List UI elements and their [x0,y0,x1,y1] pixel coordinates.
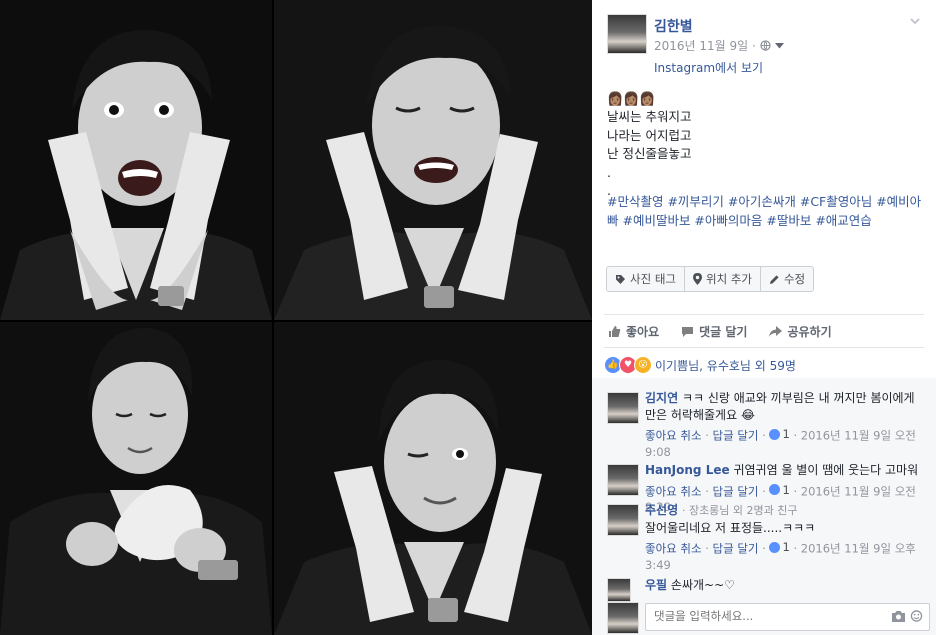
commenter-name[interactable]: HanJong Lee [645,463,730,477]
comment-meta: 좋아요 취소 · 답글 달기 · 1 · 2016년 11월 9일 오전 9:0… [645,426,916,459]
like-badge-icon [769,428,781,440]
audience-caret-icon[interactable] [774,43,784,49]
unlike-link[interactable]: 좋아요 취소 [645,484,702,498]
instagram-link[interactable]: Instagram에서 보기 [654,59,763,76]
comment-label: 댓글 달기 [699,325,748,339]
post-hashtags[interactable]: #만삭촬영 #끼부리기 #아기손싸개 #CF촬영아님 #예비아빠 #예비딸바보 … [607,192,929,230]
tag-photo-button[interactable]: 사진 태그 [607,267,685,291]
comment-text: ㅋㅋ 신랑 애교와 끼부림은 내 꺼지만 봄이에게만은 허락해줄게요 😂 [645,391,915,422]
comment-input[interactable] [646,604,882,628]
commenter-avatar[interactable] [607,392,639,424]
like-count-value: 1 [782,427,790,441]
location-pin-icon [692,273,702,285]
comment-like-count[interactable]: 1 [769,539,790,555]
comment-text: 귀염귀염 울 별이 땜에 웃는다 고마워 [733,463,919,477]
comment-icon [682,326,694,337]
comment-button[interactable]: 댓글 달기 [681,323,747,340]
post-line: . [607,164,611,180]
globe-icon [760,40,771,52]
unlike-link[interactable]: 좋아요 취소 [645,429,702,443]
meta-separator: · [752,39,756,53]
reply-link[interactable]: 답글 달기 [713,484,759,498]
divider [604,347,924,348]
edit-button[interactable]: 수정 [761,267,813,291]
reply-link[interactable]: 답글 달기 [713,429,759,443]
share-button[interactable]: 공유하기 [769,323,832,340]
commenter-name[interactable]: 주선영 [645,503,678,517]
reply-composer [607,600,930,634]
like-label: 좋아요 [626,325,660,339]
chevron-down-icon[interactable] [908,14,922,28]
photo-collage [0,0,592,635]
photo-tile-1[interactable] [0,0,272,320]
current-user-avatar [607,602,639,634]
divider [604,314,924,315]
post-line: 날씨는 추워지고 [607,109,692,124]
share-icon [769,325,783,337]
post-line: 나라는 어지럽고 [607,127,692,143]
post-panel: 김한별 2016년 11월 9일 · Instagram에서 보기 👩🏽👩🏽👩🏽… [592,0,936,635]
reply-link[interactable]: 답글 달기 [713,542,759,556]
photo-action-bar: 사진 태그 위치 추가 수정 [606,266,815,292]
wow-reaction-icon: 😮 [634,356,652,374]
comments-section: 김지연 ㅋㅋ 신랑 애교와 끼부림은 내 꺼지만 봄이에게만은 허락해줄게요 😂… [592,378,936,635]
tag-photo-label: 사진 태그 [630,272,676,286]
photo-tile-2[interactable] [274,0,592,320]
comment-like-count[interactable]: 1 [769,426,790,442]
post-text: 날씨는 추워지고 나라는 어지럽고 난 정신줄을놓고 . . [607,108,927,201]
commenter-avatar[interactable] [607,504,639,536]
edit-label: 수정 [783,272,806,286]
camera-icon[interactable] [892,610,905,622]
add-location-button[interactable]: 위치 추가 [685,267,761,291]
commenter-mutual-friends: · 장초롱님 외 2명과 친구 [681,504,798,517]
pencil-icon [769,274,779,284]
post-meta: 2016년 11월 9일 · [654,37,784,54]
post-line: 난 정신줄을놓고 [607,146,692,161]
author-name[interactable]: 김한별 [654,16,693,36]
thumbs-up-icon [609,326,621,337]
unlike-link[interactable]: 좋아요 취소 [645,542,702,556]
share-label: 공유하기 [787,325,832,339]
photo-tile-3[interactable] [0,322,272,635]
comment-meta: 좋아요 취소 · 답글 달기 · 1 · 2016년 11월 9일 오후 3:4… [645,539,916,572]
like-badge-icon [769,484,781,495]
reaction-summary[interactable]: 👍 ♥ 😮 이기쁨님, 유수호님 외 59명 [604,356,796,374]
post-actions: 좋아요 댓글 달기 공유하기 [608,323,832,340]
reaction-text[interactable]: 이기쁨님, 유수호님 외 59명 [655,357,796,374]
comment-text: 잘어울리네요 저 표정들.....ㅋㅋㅋ [645,520,816,535]
author-avatar[interactable] [607,14,647,54]
emoji-icon[interactable] [910,610,923,622]
post-emojis: 👩🏽👩🏽👩🏽 [607,92,656,107]
add-location-label: 위치 추가 [705,272,752,286]
commenter-name[interactable]: 우필 [645,578,667,592]
commenter-name[interactable]: 김지연 [645,391,678,405]
comment-input-box[interactable] [645,603,930,631]
comment-text: 손싸개~~♡ [670,578,735,592]
like-count-value: 1 [782,540,790,554]
commenter-avatar[interactable] [607,578,631,602]
post-date[interactable]: 2016년 11월 9일 [654,39,748,53]
like-button[interactable]: 좋아요 [608,323,659,340]
comment-like-count[interactable]: 1 [769,482,790,498]
photo-tile-4[interactable] [274,322,592,635]
like-count-value: 1 [782,482,790,497]
like-badge-icon [769,541,781,553]
commenter-avatar[interactable] [607,464,639,496]
tag-icon [616,274,625,284]
reaction-icons: 👍 ♥ 😮 [604,356,652,374]
